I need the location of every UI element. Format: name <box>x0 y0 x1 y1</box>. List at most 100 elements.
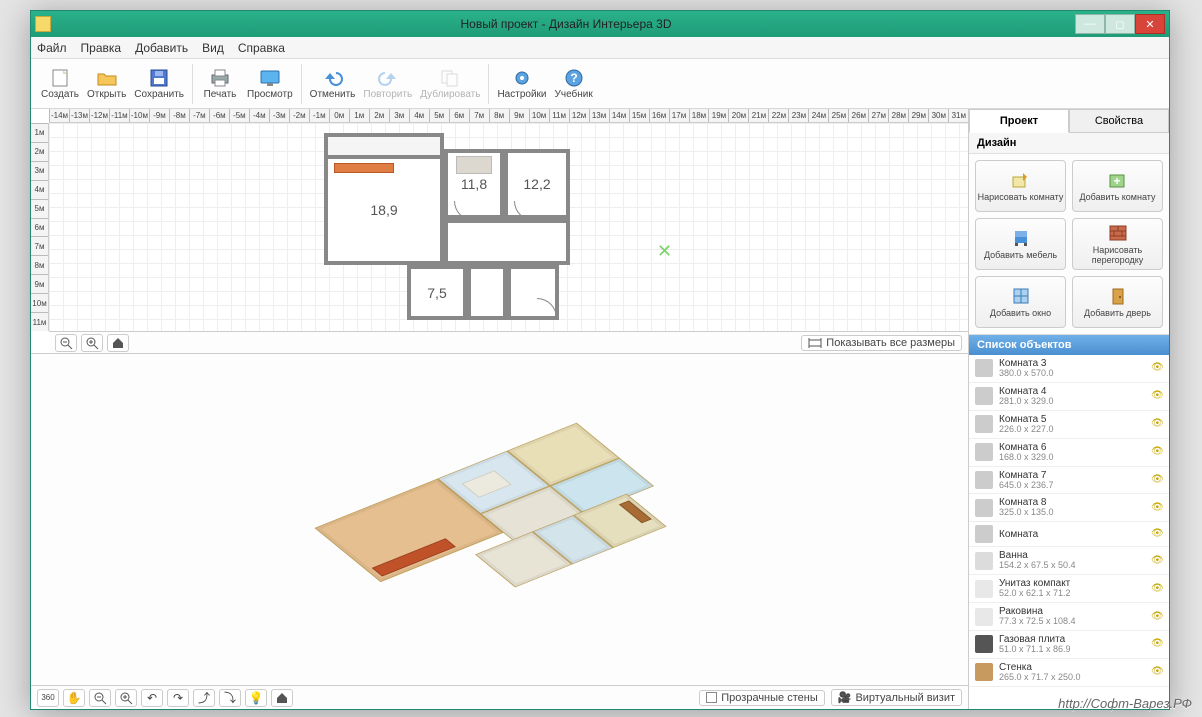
visibility-eye-icon[interactable]: 👁 <box>1151 446 1163 458</box>
menu-view[interactable]: Вид <box>202 41 224 55</box>
preview-button[interactable]: Просмотр <box>243 61 297 107</box>
list-item[interactable]: Ванна154.2 x 67.5 x 50.4👁 <box>969 547 1169 575</box>
tilt-up-button[interactable]: ⤴ <box>193 689 215 707</box>
3d-view[interactable]: 360 ✋ ↶ ↷ ⤴ ⤵ 💡 Прозрачные стены 🎥Виртуа… <box>31 354 968 709</box>
redo-button[interactable]: Повторить <box>359 61 416 107</box>
add-room-button[interactable]: +Добавить комнату <box>1072 160 1163 212</box>
list-item[interactable]: Комната 7645.0 x 236.7👁 <box>969 467 1169 495</box>
menu-add[interactable]: Добавить <box>135 41 188 55</box>
minimize-button[interactable]: — <box>1075 14 1105 34</box>
visibility-eye-icon[interactable]: 👁 <box>1151 502 1163 514</box>
visibility-eye-icon[interactable]: 👁 <box>1151 583 1163 595</box>
duplicate-button[interactable]: Дублировать <box>416 61 484 107</box>
visibility-eye-icon[interactable]: 👁 <box>1151 418 1163 430</box>
list-item[interactable]: Стенка265.0 x 71.7 x 250.0👁 <box>969 659 1169 687</box>
object-dimensions: 380.0 x 570.0 <box>999 369 1145 379</box>
object-dimensions: 51.0 x 71.1 x 86.9 <box>999 645 1145 655</box>
pan-button[interactable]: ✋ <box>63 689 85 707</box>
virtual-visit-button[interactable]: 🎥Виртуальный визит <box>831 689 962 706</box>
rotate-360-button[interactable]: 360 <box>37 689 59 707</box>
balcony[interactable] <box>324 133 444 155</box>
open-button[interactable]: Открыть <box>83 61 130 107</box>
close-button[interactable]: ✕ <box>1135 14 1165 34</box>
add-window-button[interactable]: Добавить окно <box>975 276 1066 328</box>
ruler-tick: -14м <box>49 109 69 122</box>
zoom-in-button[interactable] <box>81 334 103 352</box>
list-item[interactable]: Раковина77.3 x 72.5 x 108.4👁 <box>969 603 1169 631</box>
object-list[interactable]: Комната 3380.0 x 570.0👁Комната 4281.0 x … <box>969 355 1169 709</box>
printer-icon <box>208 67 232 89</box>
duplicate-icon <box>438 67 462 89</box>
show-sizes-toggle[interactable]: Показывать все размеры <box>801 335 962 351</box>
visibility-eye-icon[interactable]: 👁 <box>1151 638 1163 650</box>
3d-furniture[interactable] <box>371 538 455 576</box>
room-3[interactable]: 12,2 <box>504 149 570 219</box>
visibility-eye-icon[interactable]: 👁 <box>1151 666 1163 678</box>
add-furniture-button[interactable]: Добавить мебель <box>975 218 1066 270</box>
visibility-eye-icon[interactable]: 👁 <box>1151 390 1163 402</box>
transparent-walls-toggle[interactable]: Прозрачные стены <box>699 690 824 706</box>
home-view-button[interactable] <box>107 334 129 352</box>
settings-button[interactable]: Настройки <box>493 61 550 107</box>
tab-properties[interactable]: Свойства <box>1069 109 1169 133</box>
ruler-tick: 9м <box>31 274 48 293</box>
ruler-tick: 27м <box>868 109 888 122</box>
2d-canvas[interactable]: 18,9 11,8 12,2 7,5 <box>49 123 968 331</box>
rotate-left-button[interactable]: ↶ <box>141 689 163 707</box>
draw-partition-button[interactable]: Нарисовать перегородку <box>1072 218 1163 270</box>
tilt-down-button[interactable]: ⤵ <box>219 689 241 707</box>
ruler-tick: 0м <box>329 109 349 122</box>
room-2[interactable]: 11,8 <box>444 149 504 219</box>
list-item[interactable]: Унитаз компакт52.0 x 62.1 x 71.2👁 <box>969 575 1169 603</box>
undo-button[interactable]: Отменить <box>306 61 360 107</box>
draw-room-button[interactable]: Нарисовать комнату <box>975 160 1066 212</box>
visibility-eye-icon[interactable]: 👁 <box>1151 611 1163 623</box>
create-button[interactable]: Создать <box>37 61 83 107</box>
list-item[interactable]: Комната 4281.0 x 329.0👁 <box>969 383 1169 411</box>
add-door-button[interactable]: Добавить дверь <box>1072 276 1163 328</box>
furniture-sofa[interactable] <box>334 163 394 173</box>
home-3d-button[interactable] <box>271 689 293 707</box>
tutorial-button[interactable]: ?Учебник <box>551 61 597 107</box>
floor-plan-2d[interactable]: -14м-13м-12м-11м-10м-9м-8м-7м-6м-5м-4м-3… <box>31 109 968 354</box>
list-item[interactable]: Комната 8325.0 x 135.0👁 <box>969 494 1169 522</box>
zoom-out-3d-button[interactable] <box>89 689 111 707</box>
visibility-eye-icon[interactable]: 👁 <box>1151 528 1163 540</box>
save-button[interactable]: Сохранить <box>130 61 188 107</box>
list-item[interactable]: Комната 3380.0 x 570.0👁 <box>969 355 1169 383</box>
light-button[interactable]: 💡 <box>245 689 267 707</box>
ruler-tick: 4м <box>409 109 429 122</box>
3d-door[interactable] <box>618 500 651 523</box>
3d-bed[interactable] <box>461 470 511 497</box>
zoom-in-3d-button[interactable] <box>115 689 137 707</box>
list-item[interactable]: Комната 5226.0 x 227.0👁 <box>969 411 1169 439</box>
chair-icon <box>1010 228 1032 248</box>
tab-project[interactable]: Проект <box>969 109 1069 133</box>
hallway[interactable] <box>444 219 570 265</box>
visibility-eye-icon[interactable]: 👁 <box>1151 555 1163 567</box>
title-bar[interactable]: Новый проект - Дизайн Интерьера 3D — ◻ ✕ <box>31 11 1169 37</box>
menu-edit[interactable]: Правка <box>81 41 122 55</box>
maximize-button[interactable]: ◻ <box>1105 14 1135 34</box>
menu-help[interactable]: Справка <box>238 41 285 55</box>
3d-model[interactable] <box>294 406 705 633</box>
visibility-eye-icon[interactable]: 👁 <box>1151 362 1163 374</box>
menu-file[interactable]: Файл <box>37 41 67 55</box>
list-item[interactable]: Комната 6168.0 x 329.0👁 <box>969 439 1169 467</box>
3d-room[interactable] <box>532 515 613 564</box>
room-5[interactable] <box>467 265 507 320</box>
ruler-tick: 23м <box>788 109 808 122</box>
list-item[interactable]: Комната👁 <box>969 522 1169 547</box>
room-1[interactable]: 18,9 <box>324 155 444 265</box>
list-item[interactable]: Газовая плита51.0 x 71.1 x 86.9👁 <box>969 631 1169 659</box>
rotate-right-button[interactable]: ↷ <box>167 689 189 707</box>
zoom-out-button[interactable] <box>55 334 77 352</box>
room-icon <box>975 525 993 543</box>
furniture-bed[interactable] <box>456 156 492 174</box>
room-4[interactable]: 7,5 <box>407 265 467 320</box>
print-button[interactable]: Печать <box>197 61 243 107</box>
ruler-tick: -11м <box>109 109 129 122</box>
visibility-eye-icon[interactable]: 👁 <box>1151 474 1163 486</box>
ruler-tick: 21м <box>748 109 768 122</box>
3d-scene[interactable] <box>31 354 968 685</box>
